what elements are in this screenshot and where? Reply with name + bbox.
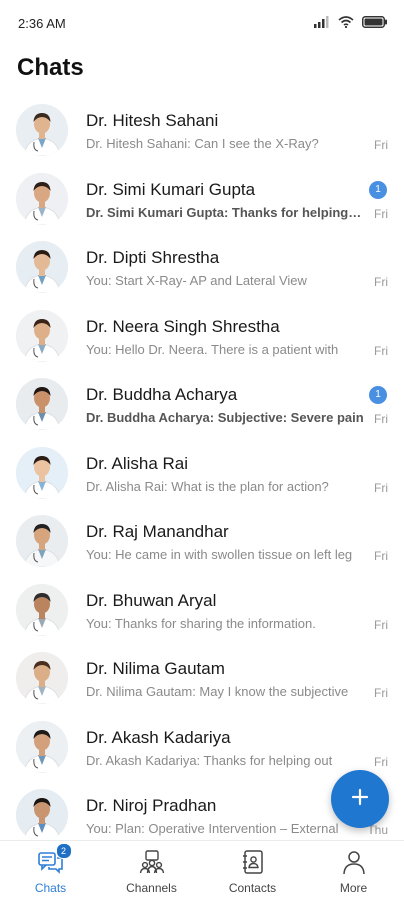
chat-preview: You: Start X-Ray- AP and Lateral View <box>86 273 307 288</box>
chat-preview: You: Thanks for sharing the information. <box>86 615 316 631</box>
chat-list-item[interactable]: Dr. Bhuwan Aryal You: Thanks for sharing … <box>0 576 404 645</box>
chat-time: Fri <box>374 480 388 495</box>
battery-icon <box>362 15 388 33</box>
wifi-icon <box>338 15 354 33</box>
chat-name: Dr. Alisha Rai <box>86 453 189 473</box>
status-icons <box>314 15 388 33</box>
chat-list-item[interactable]: Dr. Nilima Gautam Dr. Nilima Gautam: May … <box>0 644 404 713</box>
chat-time: Fri <box>374 206 388 221</box>
chat-preview: Dr. Akash Kadariya: Thanks for helping o… <box>86 752 333 768</box>
chat-preview: Dr. Hitesh Sahani: Can I see the X-Ray? <box>86 136 319 151</box>
nav-label: More <box>339 881 368 895</box>
chat-list-item[interactable]: Dr. Neera Singh Shrestha You: Hello Dr. N… <box>0 302 404 371</box>
avatar <box>16 583 68 636</box>
new-chat-button[interactable] <box>331 770 389 828</box>
chat-name: Dr. Nilima Gautam <box>86 659 225 678</box>
chat-preview: You: Hello Dr. Neera. There is a patient… <box>86 341 339 357</box>
avatar <box>16 104 68 156</box>
unread-badge: 1 <box>369 180 387 199</box>
chat-list-item[interactable]: Dr. Dipti Shrestha You: Start X-Ray- AP a… <box>0 233 404 302</box>
chat-name: Dr. Bhuwan Aryal <box>86 590 217 610</box>
nav-item-chats[interactable]: 2 Chats <box>0 841 101 901</box>
chat-preview: Dr. Buddha Acharya: Subjective: Severe p… <box>86 410 364 425</box>
chat-preview: Dr. Alisha Rai: What is the plan for act… <box>86 478 329 494</box>
chat-list: Dr. Hitesh Sahani Dr. Hitesh Sahani: Can … <box>0 96 404 840</box>
chat-time: Fri <box>374 754 388 769</box>
chat-preview: You: He came in with swollen tissue on l… <box>86 547 353 562</box>
chat-time: Fri <box>374 549 388 563</box>
chat-name: Dr. Niroj Pradhan <box>86 796 217 815</box>
chat-list-item[interactable]: Dr. Alisha Rai Dr. Alisha Rai: What is th… <box>0 439 404 508</box>
status-bar: 2:36 AM <box>0 0 404 48</box>
contacts-book-icon <box>240 849 266 875</box>
chat-preview: Dr. Nilima Gautam: May I know the subjec… <box>86 684 349 699</box>
chat-name: Dr. Simi Kumari Gupta <box>86 179 256 199</box>
avatar <box>16 789 68 840</box>
avatar <box>16 515 68 567</box>
cellular-signal-icon <box>314 15 330 33</box>
plus-icon <box>350 787 370 812</box>
unread-badge: 1 <box>369 386 387 404</box>
page-title: Chats <box>17 54 84 81</box>
avatar <box>16 309 68 362</box>
chat-time: Fri <box>374 138 388 152</box>
nav-badge: 2 <box>55 843 72 859</box>
avatar <box>16 652 68 704</box>
chat-name: Dr. Akash Kadariya <box>86 727 231 747</box>
chat-name: Dr. Dipti Shrestha <box>86 248 220 267</box>
chat-time: Fri <box>374 686 388 700</box>
chat-list-item[interactable]: Dr. Hitesh Sahani Dr. Hitesh Sahani: Can … <box>0 96 404 165</box>
person-icon <box>341 849 367 875</box>
nav-label: Channels <box>126 881 177 895</box>
channels-group-icon <box>139 849 165 875</box>
nav-item-channels[interactable]: Channels <box>101 841 202 901</box>
chat-preview: You: Plan: Operative Intervention – Exte… <box>86 821 339 836</box>
avatar <box>16 720 68 773</box>
chat-time: Fri <box>374 617 388 632</box>
avatar <box>16 446 68 499</box>
chat-list-item[interactable]: Dr. Akash Kadariya Dr. Akash Kadariya: Th… <box>0 713 404 782</box>
chat-time: Fri <box>374 412 388 426</box>
avatar <box>16 378 68 430</box>
avatar <box>16 172 68 225</box>
chat-name: Dr. Hitesh Sahani <box>86 111 219 130</box>
nav-label: Contacts <box>228 881 277 895</box>
chat-list-item[interactable]: Dr. Raj Manandhar You: He came in with sw… <box>0 507 404 576</box>
chat-preview: Dr. Simi Kumari Gupta: Thanks for helpin… <box>86 204 364 220</box>
chat-time: Fri <box>374 343 388 358</box>
chat-name: Dr. Raj Manandhar <box>86 522 229 541</box>
chat-time: Fri <box>374 275 388 289</box>
chat-list-item[interactable]: Dr. Buddha Acharya Dr. Buddha Acharya: Su… <box>0 370 404 439</box>
chat-bubbles-icon: 2 <box>37 843 72 875</box>
chat-name: Dr. Neera Singh Shrestha <box>86 316 280 336</box>
chat-name: Dr. Buddha Acharya <box>86 385 238 404</box>
chat-list-item[interactable]: Dr. Simi Kumari Gupta Dr. Simi Kumari Gup… <box>0 165 404 234</box>
avatar <box>16 241 68 293</box>
nav-item-more[interactable]: More <box>303 841 404 901</box>
nav-label: Chats <box>34 881 67 895</box>
bottom-nav: 2 Chats Channels Contacts More <box>0 840 404 901</box>
status-time: 2:36 AM <box>18 16 66 31</box>
nav-item-contacts[interactable]: Contacts <box>202 841 303 901</box>
